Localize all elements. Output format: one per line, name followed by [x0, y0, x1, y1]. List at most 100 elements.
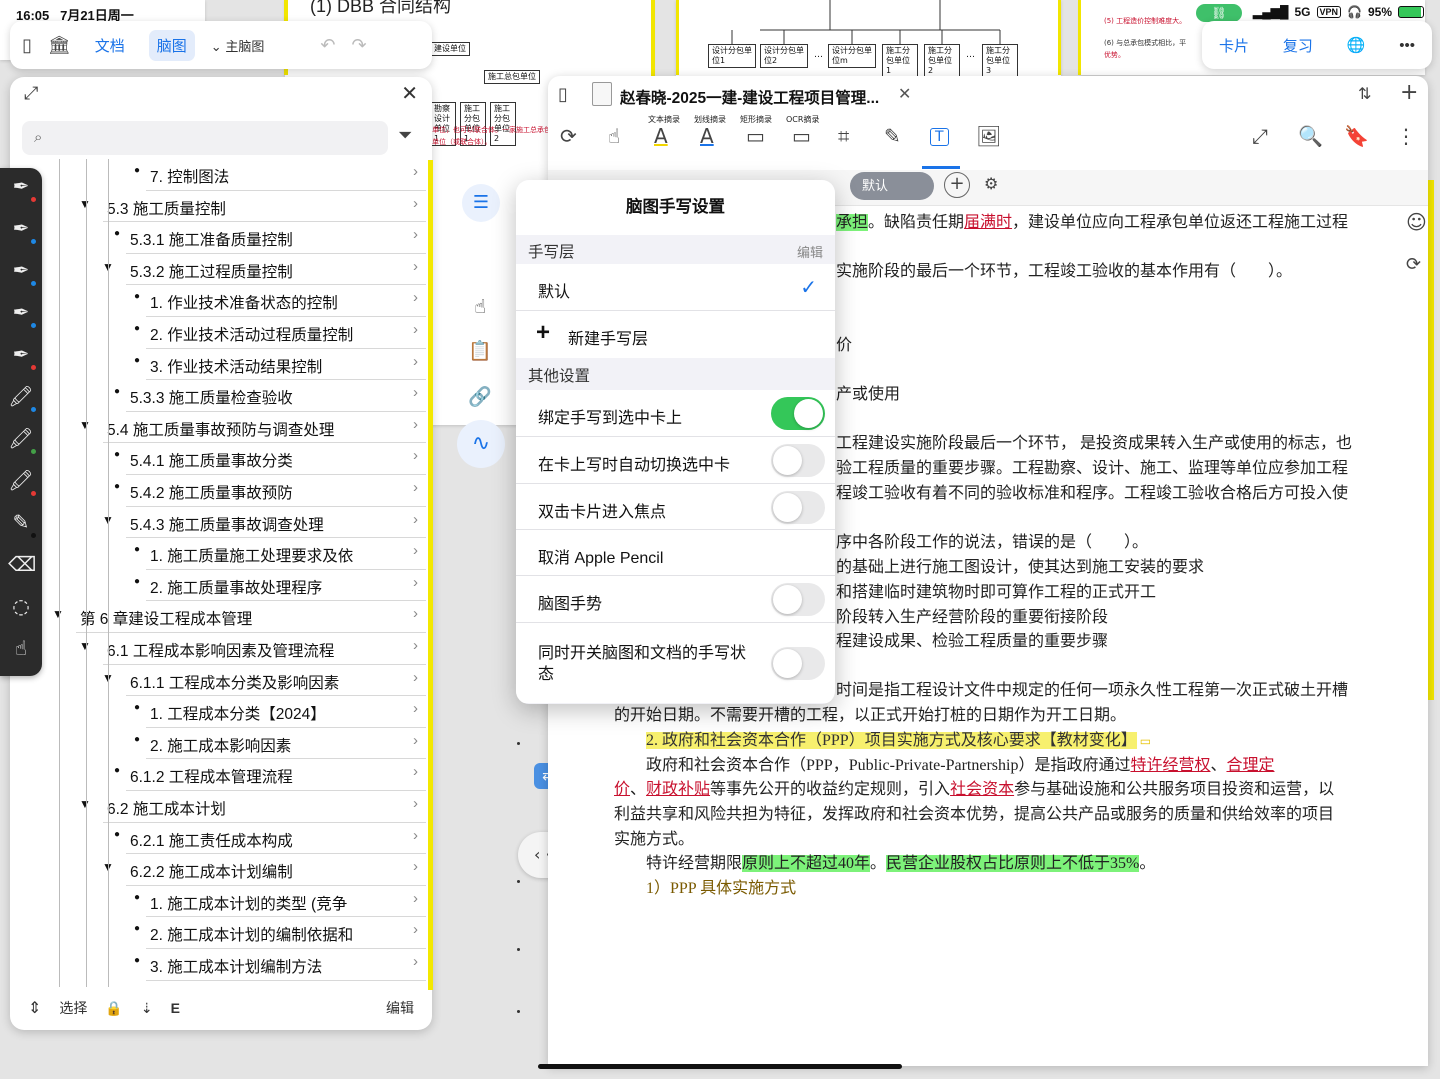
outline-row[interactable]: ● 7. 控制图法 › — [50, 159, 426, 191]
outline-row[interactable]: ● 1. 工程成本分类【2024】 › — [50, 696, 426, 728]
setting-toggle[interactable] — [771, 647, 825, 680]
pen-icon[interactable]: ✎ — [884, 124, 901, 148]
sort-arrows-icon[interactable]: ⇅ — [1358, 84, 1371, 103]
lasso-icon[interactable]: ◌ — [8, 594, 34, 624]
search-doc-icon[interactable]: 🔍 — [1298, 124, 1323, 148]
sort-icon[interactable]: ⇣ — [141, 1000, 153, 1017]
textbox-icon[interactable]: T — [930, 128, 949, 146]
outline-search-input[interactable]: ⌕ — [22, 121, 388, 155]
outline-row[interactable]: ▼ 第 6 章建设工程成本管理 › — [50, 601, 426, 633]
outline-row[interactable]: ● 6.2.1 施工责任成本构成 › — [50, 823, 426, 855]
sidebar-toggle-icon[interactable]: ▯ — [558, 84, 568, 105]
setting-toggle[interactable] — [771, 583, 825, 616]
collapse-triangle-icon[interactable]: ▼ — [79, 197, 91, 211]
sync-icon[interactable]: ⟳ — [1406, 254, 1432, 280]
outline-row[interactable]: ● 5.4.1 施工质量事故分类 › — [50, 443, 426, 475]
clipboard-icon[interactable]: 📋 — [465, 336, 495, 366]
more-vertical-icon[interactable]: ⋮ — [1396, 124, 1416, 148]
tab-mindmap[interactable]: 脑图 — [148, 29, 195, 61]
setting-row[interactable]: 脑图手势 — [516, 576, 835, 623]
outline-row[interactable]: ▼6.2.2 施工成本计划编制› — [50, 854, 426, 886]
more-icon[interactable]: ••• — [1399, 37, 1415, 54]
collapse-triangle-icon[interactable]: ▼ — [79, 639, 91, 653]
outline-row[interactable]: ● 2. 施工质量事故处理程序 › — [50, 570, 426, 602]
hand-icon[interactable]: ☝ — [608, 124, 620, 148]
edit-button[interactable]: 编辑 — [386, 998, 414, 1018]
link-icon[interactable]: 🔗 — [465, 382, 495, 412]
pen-tool-icon[interactable]: ✒ — [8, 342, 36, 372]
setting-toggle[interactable] — [771, 397, 825, 430]
outline-row[interactable]: ● 5.3.1 施工准备质量控制 › — [50, 222, 426, 254]
library-icon[interactable]: 🏛 — [48, 36, 71, 54]
setting-toggle[interactable] — [771, 444, 825, 477]
rect-excerpt-icon[interactable]: ▭ — [746, 124, 765, 148]
collapse-triangle-icon[interactable]: ▼ — [79, 797, 91, 811]
smiley-icon[interactable]: ☺ — [1406, 210, 1432, 236]
outline-row[interactable]: ▼ 5.4 施工质量事故预防与调查处理 › — [50, 412, 426, 444]
pen-tool-icon[interactable]: ✒ — [8, 174, 36, 204]
settings-icon[interactable]: ⚙ — [984, 174, 998, 193]
crop-icon[interactable]: ⌗ — [838, 124, 849, 148]
collapse-triangle-icon[interactable]: ▼ — [52, 607, 64, 621]
close-tab-icon[interactable]: ✕ — [898, 84, 911, 103]
tab-document[interactable]: 文档 — [87, 30, 133, 61]
hand-gesture-icon[interactable]: ☝ — [8, 636, 34, 666]
setting-row[interactable]: 在卡上写时自动切换选中卡 — [516, 437, 835, 484]
setting-toggle[interactable] — [771, 491, 825, 524]
review-button[interactable]: 复习 — [1283, 35, 1313, 56]
pencil-icon[interactable]: ✎ — [8, 510, 36, 540]
highlighter-icon[interactable]: 🖍 — [8, 426, 36, 456]
image-icon[interactable]: 🖼 — [976, 124, 1001, 148]
add-layer-icon[interactable]: + — [944, 172, 970, 198]
collapse-triangle-icon[interactable]: ▼ — [79, 418, 91, 432]
main-map-dropdown[interactable]: ⌄ 主脑图 — [211, 36, 265, 55]
adjust-spacing-icon[interactable]: ⇕ — [28, 998, 41, 1018]
highlighter-icon[interactable]: 🖍 — [8, 384, 36, 414]
select-button[interactable]: 选择 — [59, 998, 87, 1018]
pointer-icon[interactable]: ☝ — [465, 292, 495, 322]
comment-icon[interactable]: ▭ — [1137, 734, 1151, 748]
outline-row[interactable]: ● 1. 施工质量施工处理要求及依 › — [50, 538, 426, 570]
redo-icon[interactable]: ↷ — [351, 36, 366, 54]
outline-row[interactable]: ● 3. 作业技术活动结果控制 › — [50, 349, 426, 381]
eraser-icon[interactable]: ⌫ — [8, 552, 36, 582]
outline-row[interactable]: ● 1. 作业技术准备状态的控制 › — [50, 285, 426, 317]
list-tool[interactable]: ☰ — [462, 184, 500, 222]
setting-row[interactable]: 双击卡片进入焦点 — [516, 484, 835, 530]
pen-tool-icon[interactable]: ✒ — [8, 216, 36, 246]
rotate-icon[interactable]: ⟳ — [560, 124, 577, 148]
sidebar-toggle-icon[interactable]: ▯ — [22, 36, 32, 54]
bookmark-icon[interactable]: 🔖 — [1344, 124, 1369, 148]
outline-row[interactable]: ● 3. 施工成本计划编制方法 › — [50, 949, 426, 981]
layer-default-row[interactable]: 默认 ✓ — [516, 264, 835, 311]
lock-icon[interactable]: 🔒 — [105, 1000, 122, 1017]
outline-row[interactable]: ● 2. 施工成本计划的编制依据和 › — [50, 917, 426, 949]
outline-row[interactable]: ● 2. 施工成本影响因素 › — [50, 728, 426, 760]
filter-icon[interactable]: ⏷ — [398, 125, 412, 146]
outline-row[interactable]: ▼6.1.1 工程成本分类及影响因素› — [50, 665, 426, 697]
edit-layers-button[interactable]: 编辑 — [797, 242, 823, 261]
fullscreen-icon[interactable]: ⤢ — [1252, 124, 1268, 148]
pen-tool-icon[interactable]: ✒ — [8, 258, 36, 288]
highlighter-icon[interactable]: 🖍 — [8, 468, 36, 498]
format-icon[interactable]: E — [171, 1000, 180, 1016]
setting-row[interactable]: 同时开关脑图和文档的手写状态 — [516, 623, 835, 703]
outline-row[interactable]: ▼5.4.3 施工质量事故调查处理› — [50, 507, 426, 539]
outline-row[interactable]: ● 2. 作业技术活动过程质量控制 › — [50, 317, 426, 349]
close-icon[interactable]: ✕ — [401, 81, 418, 105]
ocr-excerpt-icon[interactable]: ▭ — [792, 124, 811, 148]
new-layer-row[interactable]: + 新建手写层 — [516, 311, 835, 358]
handwriting-layer-badge[interactable]: 默认 — [850, 172, 934, 200]
handwriting-tool[interactable]: ∿ — [457, 420, 505, 468]
outline-row[interactable]: ▼ 6.1 工程成本影响因素及管理流程 › — [50, 633, 426, 665]
text-excerpt-icon[interactable]: A — [654, 124, 668, 148]
link-icon[interactable]: ⛓ — [1196, 4, 1242, 22]
outline-row[interactable]: ▼ 5.3 施工质量控制 › — [50, 191, 426, 223]
outline-row[interactable]: ● 1. 施工成本计划的类型 (竞争 › — [50, 886, 426, 918]
outline-row[interactable]: ▼5.3.2 施工过程质量控制› — [50, 254, 426, 286]
outline-row[interactable]: ● 6.1.2 工程成本管理流程 › — [50, 759, 426, 791]
outline-row[interactable]: ● 5.3.3 施工质量检查验收 › — [50, 380, 426, 412]
add-tab-icon[interactable]: + — [1400, 80, 1418, 105]
setting-row[interactable]: 绑定手写到选中卡上 — [516, 390, 835, 437]
expand-icon[interactable]: ⤢ — [24, 83, 38, 104]
